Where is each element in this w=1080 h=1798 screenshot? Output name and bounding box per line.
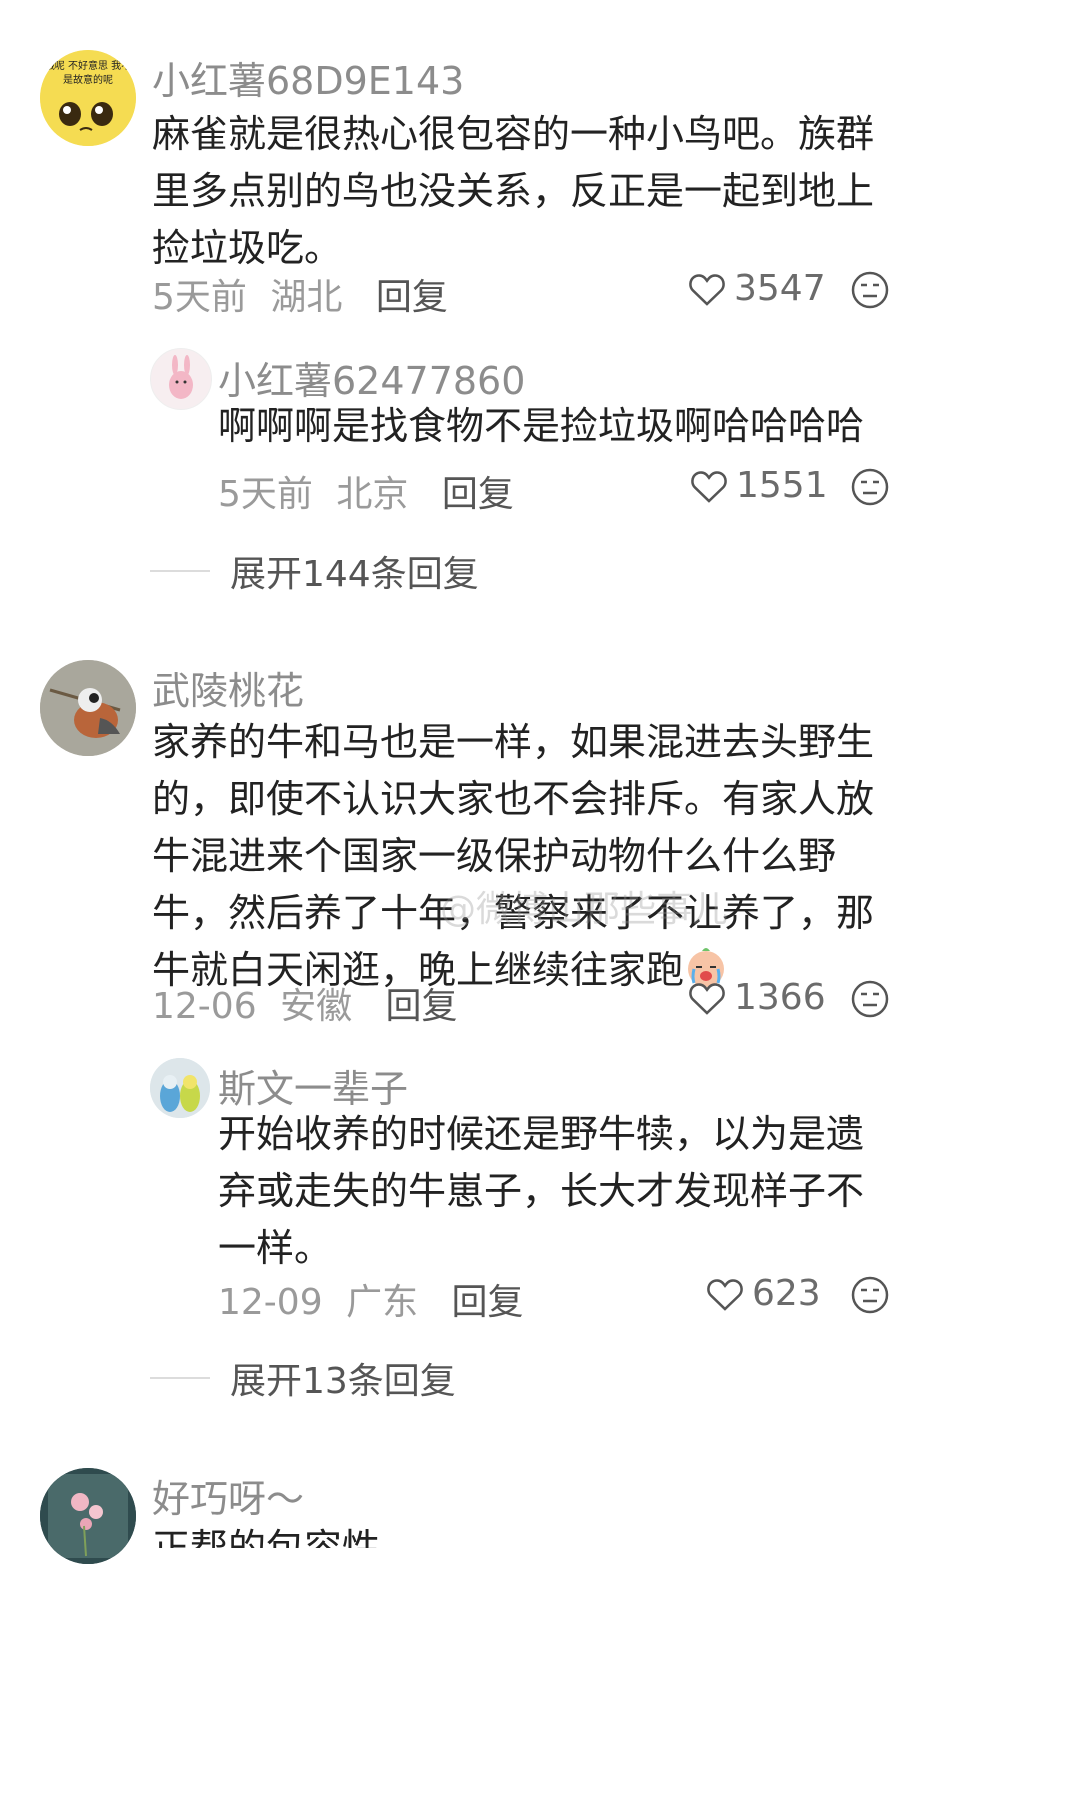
- comment-username[interactable]: 武陵桃花: [152, 660, 304, 715]
- like-count: 3547: [734, 268, 826, 309]
- like-button[interactable]: 1551: [690, 465, 828, 506]
- reply-button[interactable]: 回复: [442, 474, 514, 515]
- dislike-face-icon[interactable]: [850, 270, 890, 310]
- reply-avatar[interactable]: [150, 348, 212, 410]
- comment-text-body: 家养的牛和马也是一样，如果混进去头野生的，即使不认识大家也不会排斥。有家人放牛混…: [152, 720, 875, 992]
- comment-time: 5天前: [152, 277, 247, 318]
- reply-time: 12-09: [218, 1282, 323, 1323]
- dislike-face-icon[interactable]: [850, 1275, 890, 1315]
- bird-avatar-icon: [40, 660, 136, 756]
- reply-time: 5天前: [218, 474, 313, 515]
- like-count: 1366: [734, 977, 826, 1018]
- reply-username[interactable]: 斯文一辈子: [218, 1058, 408, 1113]
- reply-location: 北京: [336, 474, 409, 515]
- like-button[interactable]: 623: [706, 1273, 821, 1314]
- divider-line: [150, 1377, 210, 1379]
- comment-meta: 12-06 安徽 回复: [152, 977, 458, 1029]
- like-count: 623: [752, 1273, 821, 1314]
- reply-button[interactable]: 回复: [452, 1282, 524, 1323]
- like-count: 1551: [736, 465, 828, 506]
- reply-meta: 5天前 北京 回复: [218, 465, 514, 517]
- heart-icon: [689, 982, 725, 1015]
- avatar-caption: 哦呢 不好意思 我不是故意的呢: [44, 61, 132, 86]
- reply-avatar[interactable]: [150, 1058, 210, 1118]
- rabbit-avatar-icon: [169, 355, 193, 399]
- comment-text: 麻雀就是很热心很包容的一种小鸟吧。族群里多点别的鸟也没关系，反正是一起到地上捡垃…: [152, 112, 875, 270]
- reply-button[interactable]: 回复: [376, 277, 448, 318]
- reply-text: 开始收养的时候还是野牛犊，以为是遗弃或走失的牛崽子，长大才发现样子不一样。: [218, 1112, 865, 1270]
- avatar[interactable]: [40, 660, 136, 756]
- comment-text: 家养的牛和马也是一样，如果混进去头野生的，即使不认识大家也不会排斥。有家人放牛混…: [152, 714, 892, 999]
- dislike-face-icon[interactable]: [850, 979, 890, 1019]
- like-button[interactable]: 3547: [688, 268, 826, 309]
- expand-replies-label: 展开144条回复: [230, 554, 479, 595]
- reply-button[interactable]: 回复: [386, 986, 458, 1027]
- comment-time: 12-06: [152, 986, 257, 1027]
- parrot-avatar-icon: [150, 1058, 210, 1118]
- reply-text: 啊啊啊是找食物不是捡垃圾啊哈哈哈哈: [218, 404, 865, 448]
- reply-username[interactable]: 小红薯62477860: [218, 350, 525, 405]
- avatar[interactable]: [40, 1468, 136, 1564]
- comment-username[interactable]: 小红薯68D9E143: [152, 50, 464, 105]
- heart-icon: [691, 470, 727, 503]
- comment-username[interactable]: 好巧呀～: [152, 1468, 304, 1523]
- like-button[interactable]: 1366: [688, 977, 826, 1018]
- expand-replies-label: 展开13条回复: [230, 1361, 456, 1402]
- comment-text: 正帮的包容性: [152, 1526, 381, 1548]
- comment-location: 湖北: [270, 277, 343, 318]
- comment-meta: 5天前 湖北 回复: [152, 268, 448, 320]
- flower-avatar-icon: [40, 1468, 136, 1564]
- expand-replies-button[interactable]: 展开144条回复: [150, 545, 479, 597]
- comment-location: 安徽: [280, 986, 353, 1027]
- reply-location: 广东: [346, 1282, 419, 1323]
- reply-meta: 12-09 广东 回复: [218, 1273, 524, 1325]
- dislike-face-icon[interactable]: [850, 467, 890, 507]
- avatar[interactable]: 哦呢 不好意思 我不是故意的呢: [40, 50, 136, 146]
- divider-line: [150, 570, 210, 572]
- heart-icon: [689, 273, 725, 306]
- expand-replies-button[interactable]: 展开13条回复: [150, 1352, 456, 1404]
- heart-icon: [707, 1278, 743, 1311]
